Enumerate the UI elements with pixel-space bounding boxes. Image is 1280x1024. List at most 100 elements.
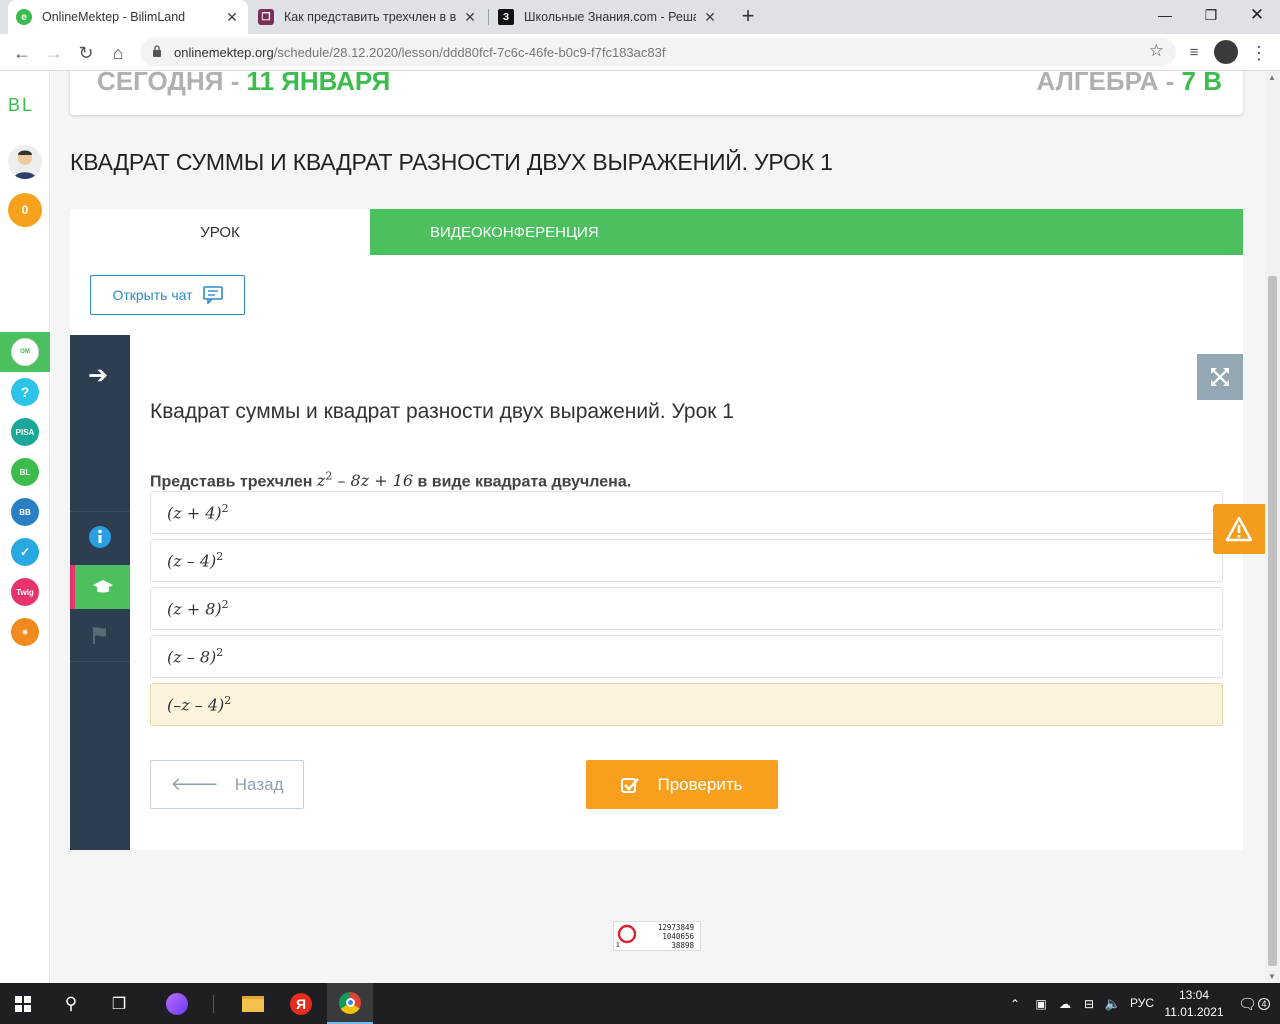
prompt-expression: z2 – 8z + 16 (317, 470, 414, 491)
onlinemektep-icon: OM (11, 338, 39, 366)
back-arrow-icon[interactable]: ← (11, 42, 33, 64)
browser-menu-icon[interactable]: ⋮ (1248, 42, 1270, 64)
date-value: 11 ЯНВАРЯ (246, 71, 391, 96)
cloud-icon[interactable]: ☁ (1052, 983, 1078, 1024)
option-expr: (z – 8) (167, 647, 217, 667)
counter-values: 12973849 1040656 38898 (658, 923, 694, 950)
scroll-up-icon[interactable]: ▲ (1268, 73, 1276, 82)
question-prompt: Представь трехчлен z2 – 8z + 16 в виде к… (150, 470, 631, 491)
answer-option-3[interactable]: (z + 8)2 (150, 587, 1223, 630)
answer-option-4[interactable]: (z – 8)2 (150, 635, 1223, 678)
keyboard-language[interactable]: РУС (1130, 996, 1154, 1010)
tab-znanija[interactable]: З Школьные Знания.com - Решае ✕ (490, 0, 726, 34)
new-tab-button[interactable]: + (737, 5, 759, 27)
check-button[interactable]: Проверить (586, 760, 778, 809)
check-label: Проверить (657, 774, 743, 794)
tab-videoconference[interactable]: ВИДЕОКОНФЕРЕНЦИЯ (430, 209, 599, 255)
sidebar-item-onlinemektep[interactable]: OM (0, 332, 50, 372)
open-chat-button[interactable]: Открыть чат (90, 275, 245, 315)
chrome-logo (339, 991, 361, 1014)
tab-title: OnlineMektep - BilimLand (42, 10, 186, 24)
checkbox-icon (621, 777, 640, 793)
close-tab-icon[interactable]: ✕ (462, 9, 478, 26)
tests-icon[interactable]: ✓ (11, 538, 39, 566)
yandex-browser-icon[interactable]: Я (278, 983, 324, 1024)
chrome-icon[interactable] (327, 983, 373, 1024)
lesson-step-button[interactable] (70, 565, 130, 609)
task-view-icon[interactable]: ❒ (96, 983, 142, 1024)
warning-icon (1225, 516, 1253, 542)
file-explorer-icon[interactable] (230, 983, 276, 1024)
expr-rest: – 8z + 16 (332, 471, 414, 491)
forward-arrow-icon[interactable]: → (43, 42, 65, 64)
pisa-icon[interactable]: PISA (11, 418, 39, 446)
back-button[interactable]: 🡐 Назад (150, 760, 304, 809)
answer-option-5-selected[interactable]: (–z – 4)2 (150, 683, 1223, 726)
volume-icon[interactable]: 🔈 (1100, 983, 1126, 1024)
counter-line-2: 1040656 (662, 932, 694, 941)
answer-option-2[interactable]: (z – 4)2 (150, 539, 1223, 582)
clock-time: 13:04 (1178, 988, 1210, 1002)
browser-toolbar: ← → ↻ ⌂ onlinemektep.org/schedule/28.12.… (0, 34, 1280, 71)
scroll-down-icon[interactable]: ▼ (1268, 972, 1276, 981)
fullscreen-button[interactable] (1197, 354, 1243, 400)
imektep-icon[interactable]: ☀ (11, 618, 39, 646)
scrollbar-thumb[interactable] (1268, 276, 1277, 966)
page-scrollbar[interactable]: ▲ ▼ (1265, 71, 1280, 983)
alice-icon[interactable] (154, 983, 200, 1024)
sidebar-expand-chevron-icon[interactable]: › (51, 125, 69, 155)
quiz-heading: Квадрат суммы и квадрат разности двух вы… (150, 400, 734, 423)
windows-logo-icon (15, 995, 31, 1012)
tab-onlinemektep[interactable]: e OnlineMektep - BilimLand ✕ (8, 0, 248, 34)
meet-now-icon[interactable]: ▣ (1028, 983, 1054, 1024)
bookmark-star-icon[interactable]: ☆ (1149, 41, 1164, 61)
bilimland-icon[interactable]: BL (11, 458, 39, 486)
today-date: СЕГОДНЯ - 11 ЯНВАРЯ (97, 71, 390, 97)
flag-icon (93, 627, 106, 644)
option-expression: (–z – 4)2 (167, 694, 231, 714)
subject-class: АЛГЕБРА - 7 В (1036, 71, 1222, 97)
report-problem-button[interactable] (1213, 504, 1265, 554)
info-button[interactable] (70, 515, 130, 559)
divider (70, 511, 130, 512)
network-icon[interactable]: ⊟ (1076, 983, 1102, 1024)
tab-title: Как представить трехчлен в вид (284, 10, 456, 24)
twig-icon[interactable]: Twig (11, 578, 39, 606)
answer-option-1[interactable]: (z + 4)2 (150, 491, 1223, 534)
profile-avatar[interactable] (1214, 40, 1238, 64)
windows-taskbar: ⚲ ❒ Я ⌃ ▣ ☁ ⊟ 🔈 РУС 13:04 11.01.2021 🗨 4 (0, 983, 1280, 1024)
znanija-favicon-icon: З (498, 9, 514, 25)
tab-lesson[interactable]: УРОК (70, 209, 370, 255)
notifications-button[interactable]: 🗨 4 (1232, 983, 1276, 1024)
visit-counter: 12973849 1040656 38898 1 (613, 921, 701, 951)
tab-question[interactable]: ❐ Как представить трехчлен в вид ✕ (250, 0, 486, 34)
points-badge: 0 (8, 193, 42, 227)
home-icon[interactable]: ⌂ (107, 42, 129, 64)
bilimbook-icon[interactable]: BB (11, 498, 39, 526)
taskbar-clock[interactable]: 13:04 11.01.2021 (1162, 987, 1226, 1021)
restore-icon[interactable]: ❐ (1188, 0, 1234, 30)
back-label: Назад (234, 774, 284, 794)
yandex-logo: Я (290, 992, 312, 1015)
lesson-panel: Открыть чат ➔ Квадрат суммы и квадрат ра… (70, 255, 1243, 850)
search-icon[interactable]: ⚲ (48, 983, 94, 1024)
minimize-icon[interactable]: — (1142, 0, 1188, 30)
reload-icon[interactable]: ↻ (75, 42, 97, 64)
tray-chevron-icon[interactable]: ⌃ (1000, 983, 1030, 1024)
option-exponent: 2 (224, 694, 232, 708)
reading-list-icon[interactable]: ≡ (1183, 42, 1205, 64)
help-icon[interactable]: ? (11, 378, 39, 406)
windows-start-button[interactable] (0, 983, 46, 1024)
flag-button[interactable] (70, 613, 130, 657)
counter-line-3: 38898 (671, 941, 694, 950)
lock-icon (153, 45, 161, 57)
close-tab-icon[interactable]: ✕ (702, 9, 718, 26)
clock-date: 11.01.2021 (1164, 1005, 1224, 1019)
folder-shape (242, 995, 264, 1012)
close-window-icon[interactable]: ✕ (1234, 0, 1280, 30)
user-avatar[interactable] (8, 145, 42, 179)
close-tab-icon[interactable]: ✕ (224, 9, 240, 26)
bilimland-logo[interactable]: BL (8, 95, 34, 116)
collapse-arrow-icon[interactable]: ➔ (88, 361, 108, 390)
address-bar[interactable]: onlinemektep.org/schedule/28.12.2020/les… (140, 38, 1176, 66)
